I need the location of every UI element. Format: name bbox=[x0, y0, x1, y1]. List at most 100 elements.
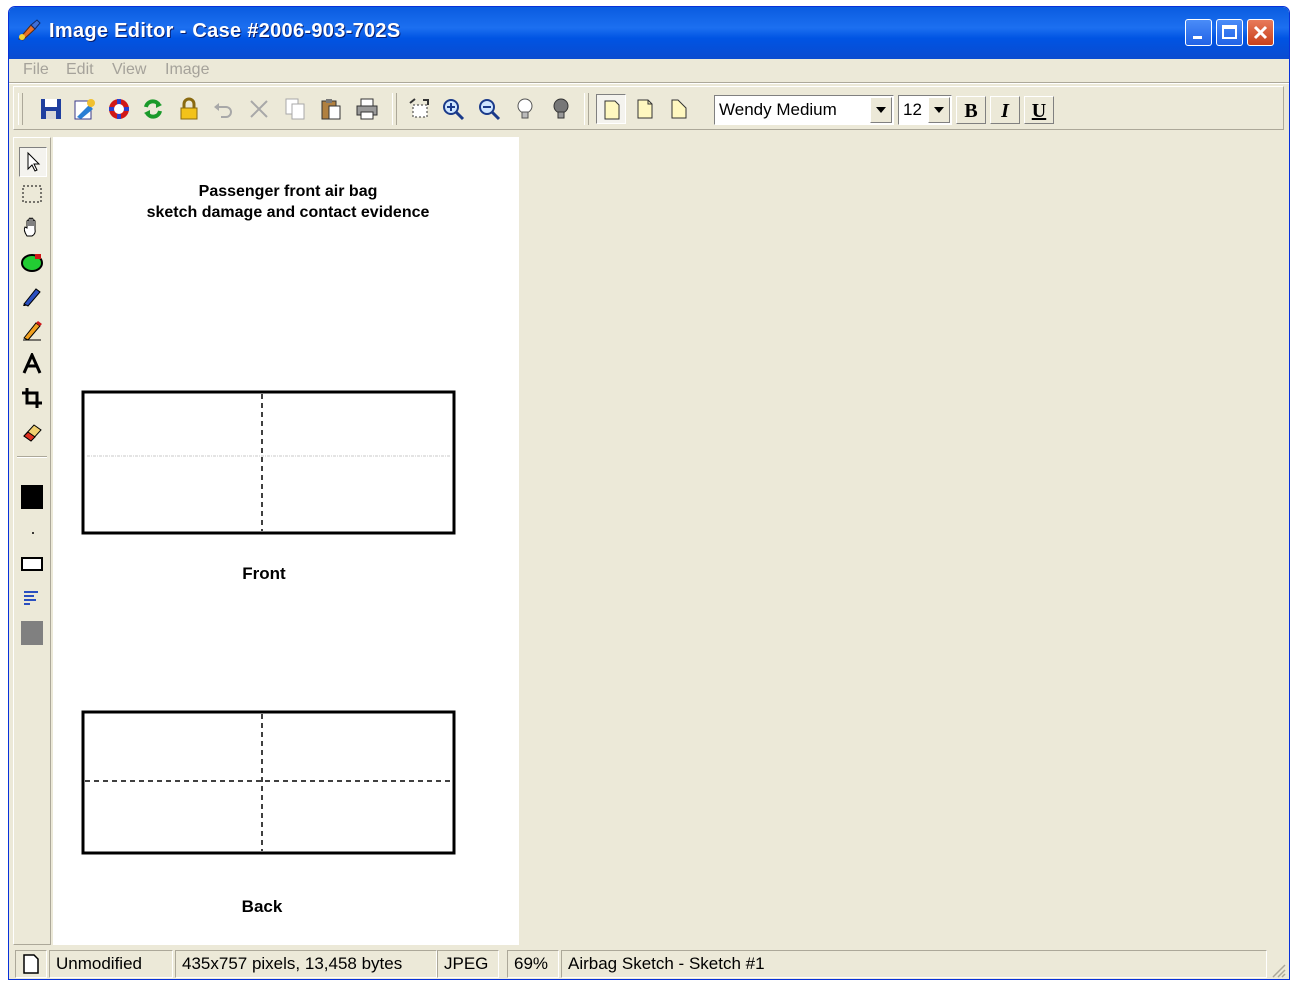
print-button[interactable] bbox=[352, 94, 382, 124]
sketch-title-line2: sketch damage and contact evidence bbox=[146, 204, 430, 221]
color-swatch-icon bbox=[21, 485, 43, 509]
pan-tool[interactable] bbox=[19, 213, 47, 243]
font-size-select[interactable]: 12 bbox=[898, 95, 952, 125]
zoom-in-button[interactable] bbox=[438, 94, 468, 124]
front-label: Front bbox=[242, 564, 286, 583]
lightbulb-icon bbox=[517, 98, 533, 119]
toolbar-grip-3[interactable] bbox=[584, 93, 589, 125]
app-paint-icon bbox=[18, 19, 41, 41]
lifebuoy-icon bbox=[109, 99, 129, 119]
page-flip-button[interactable] bbox=[664, 94, 694, 124]
bold-button[interactable]: B bbox=[956, 96, 986, 124]
toolbar-grip[interactable] bbox=[18, 93, 23, 125]
toolbar-grip-2[interactable] bbox=[392, 93, 397, 125]
undo-button[interactable] bbox=[208, 94, 238, 124]
delete-button[interactable] bbox=[244, 94, 274, 124]
marquee-tool[interactable] bbox=[19, 180, 47, 210]
title-bar[interactable]: Image Editor - Case #2006-903-702S bbox=[9, 7, 1289, 59]
document-icon bbox=[23, 954, 39, 974]
text-tool[interactable] bbox=[19, 350, 47, 380]
chevron-down-icon bbox=[876, 107, 886, 113]
page-icon bbox=[604, 100, 620, 120]
pencil-tool[interactable] bbox=[19, 316, 47, 346]
pen-tool[interactable] bbox=[19, 282, 47, 312]
back-label: Back bbox=[241, 897, 283, 916]
align-left-icon bbox=[24, 591, 38, 605]
eraser-icon bbox=[23, 424, 42, 442]
menu-edit[interactable]: Edit bbox=[66, 59, 94, 81]
brighten-button[interactable] bbox=[510, 94, 540, 124]
lock-icon bbox=[180, 97, 198, 120]
status-zoom: 69% bbox=[507, 950, 559, 978]
image-editor-window: Image Editor - Case #2006-903-702S File … bbox=[8, 6, 1290, 980]
maximize-icon bbox=[1222, 25, 1237, 39]
status-format: JPEG bbox=[437, 950, 499, 978]
status-bar: Unmodified 435x757 pixels, 13,458 bytes … bbox=[9, 947, 1289, 979]
fit-window-icon bbox=[409, 98, 429, 118]
refresh-icon bbox=[144, 99, 162, 119]
crop-icon bbox=[22, 388, 42, 408]
delete-x-icon bbox=[250, 100, 268, 118]
status-modified: Unmodified bbox=[49, 950, 173, 978]
sketch-image[interactable]: Passenger front air bag sketch damage an… bbox=[53, 137, 519, 945]
minimize-icon bbox=[1193, 36, 1202, 39]
foreground-color-swatch[interactable] bbox=[19, 482, 47, 512]
page-fold-icon bbox=[637, 99, 653, 119]
export-button[interactable] bbox=[70, 94, 100, 124]
menu-view[interactable]: View bbox=[112, 59, 146, 81]
paste-button[interactable] bbox=[316, 94, 346, 124]
underline-button[interactable]: U bbox=[1024, 96, 1054, 124]
status-document-name: Airbag Sketch - Sketch #1 bbox=[561, 950, 1267, 978]
back-airbag-diagram bbox=[81, 710, 456, 855]
help-button[interactable] bbox=[104, 94, 134, 124]
canvas-area[interactable]: Passenger front air bag sketch damage an… bbox=[53, 137, 1284, 945]
dot-size-icon bbox=[32, 532, 34, 534]
font-size-value: 12 bbox=[903, 100, 922, 119]
pen-icon bbox=[23, 288, 41, 307]
dark-lightbulb-icon bbox=[553, 98, 569, 119]
resize-grip-icon[interactable] bbox=[1269, 961, 1287, 979]
text-align-selector[interactable] bbox=[19, 584, 47, 614]
status-dimensions: 435x757 pixels, 13,458 bytes bbox=[175, 950, 437, 978]
italic-button[interactable]: I bbox=[990, 96, 1020, 124]
pointer-arrow-icon bbox=[27, 151, 41, 172]
eraser-tool[interactable] bbox=[19, 418, 47, 448]
zoom-out-button[interactable] bbox=[474, 94, 504, 124]
font-name-select[interactable]: Wendy Medium bbox=[714, 95, 894, 125]
crop-tool[interactable] bbox=[19, 384, 47, 414]
page-view-button[interactable] bbox=[596, 94, 626, 124]
darken-button[interactable] bbox=[546, 94, 576, 124]
menu-image[interactable]: Image bbox=[165, 59, 209, 81]
text-a-icon bbox=[22, 353, 42, 374]
select-tool[interactable] bbox=[19, 147, 47, 177]
outline-rect-icon bbox=[21, 557, 43, 571]
shape-style-selector[interactable] bbox=[19, 550, 47, 580]
font-dropdown-button[interactable] bbox=[870, 97, 892, 123]
brush-size-selector[interactable] bbox=[19, 518, 47, 548]
export-icon bbox=[74, 99, 95, 120]
size-dropdown-button[interactable] bbox=[928, 97, 950, 123]
refresh-button[interactable] bbox=[138, 94, 168, 124]
palette-separator bbox=[17, 456, 47, 458]
close-button[interactable] bbox=[1247, 19, 1274, 46]
copy-icon bbox=[285, 98, 305, 120]
fit-to-window-button[interactable] bbox=[404, 94, 434, 124]
font-name-value: Wendy Medium bbox=[719, 100, 837, 119]
printer-icon bbox=[356, 98, 378, 120]
page-rotate-button[interactable] bbox=[630, 94, 660, 124]
fill-swatch-icon bbox=[21, 621, 43, 645]
page-corner-icon bbox=[671, 99, 687, 119]
zoom-out-icon bbox=[479, 99, 501, 121]
main-toolbar: Wendy Medium 12 B I U bbox=[13, 86, 1284, 130]
marquee-select-icon bbox=[22, 185, 42, 203]
menu-file[interactable]: File bbox=[23, 59, 49, 81]
copy-button[interactable] bbox=[280, 94, 310, 124]
save-icon bbox=[41, 99, 61, 119]
save-button[interactable] bbox=[36, 94, 66, 124]
fill-color-swatch[interactable] bbox=[19, 618, 47, 648]
lock-button[interactable] bbox=[174, 94, 204, 124]
minimize-button[interactable] bbox=[1185, 19, 1212, 46]
sketch-title-line1: Passenger front air bag bbox=[198, 183, 378, 200]
maximize-button[interactable] bbox=[1216, 19, 1243, 46]
ellipse-tool[interactable] bbox=[19, 248, 47, 278]
